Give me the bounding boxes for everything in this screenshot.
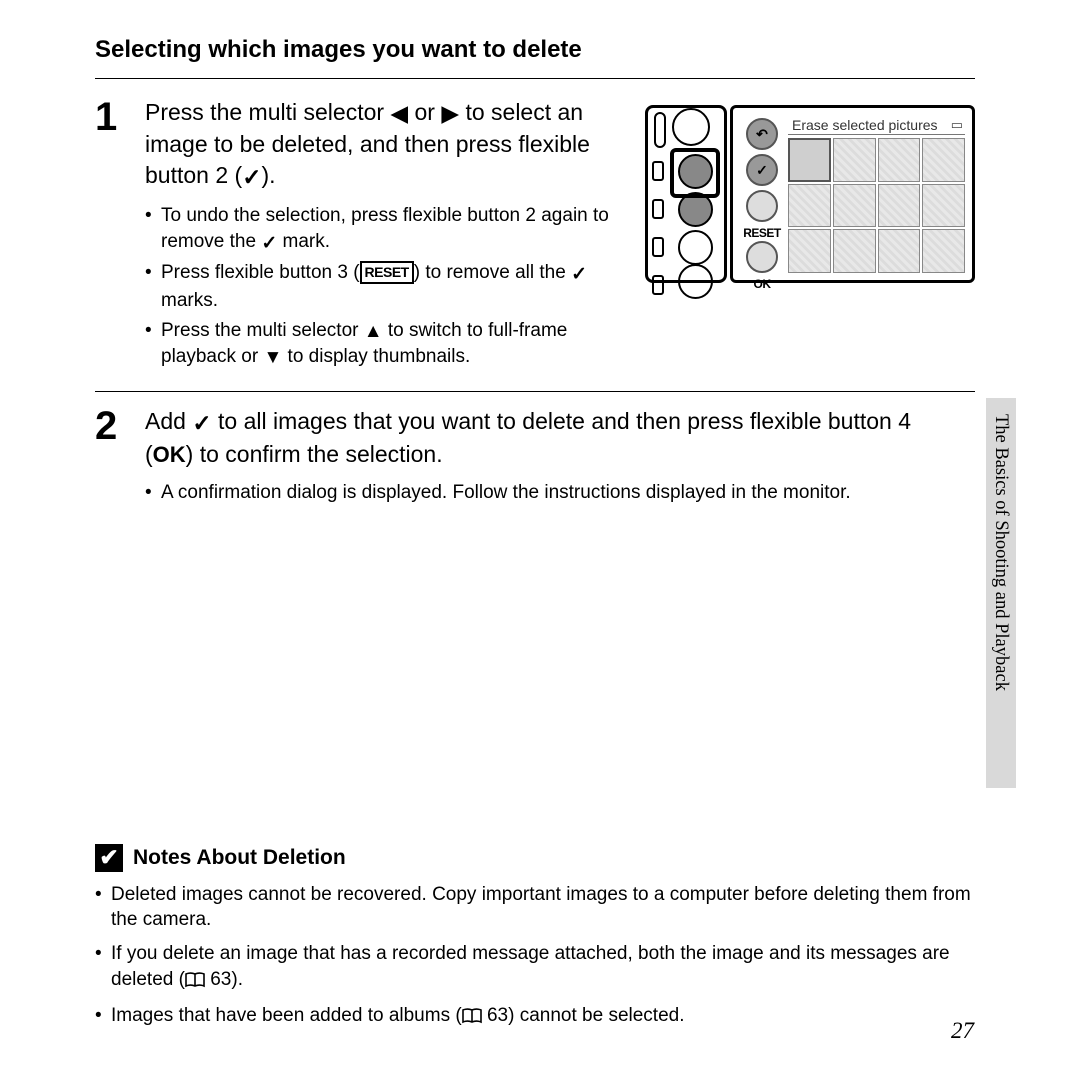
thumbnail: [833, 184, 876, 228]
step-1-number: 1: [95, 97, 145, 137]
screen-title: Erase selected pictures: [788, 115, 965, 135]
thumbnail: [922, 229, 965, 273]
thumbnail: [922, 138, 965, 182]
camera-side-body: [645, 105, 727, 283]
thumbnail: [833, 138, 876, 182]
text: or: [408, 99, 441, 125]
step-2-number: 2: [95, 406, 145, 446]
screen-check-button: ✓: [746, 154, 778, 186]
text: A confirmation dialog is displayed. Foll…: [145, 480, 975, 506]
ok-label-icon: OK: [153, 442, 186, 467]
step-1: 1 Press the multi selector ◀ or ▶ to sel…: [95, 97, 975, 371]
notes-list: Deleted images cannot be recovered. Copy…: [95, 882, 975, 1032]
flex-button-3: [678, 230, 713, 265]
flex-button-4: [678, 264, 713, 299]
step-2-lead: Add ✓ to all images that you want to del…: [145, 406, 965, 470]
page-number: 27: [951, 1018, 974, 1044]
screen-reset-label: RESET: [740, 226, 784, 240]
reset-label-icon: RESET: [360, 261, 414, 284]
text: 63) cannot be selected.: [482, 1005, 685, 1026]
section-heading: Selecting which images you want to delet…: [95, 36, 975, 79]
screen-button-column: ↶ ✓ RESET OK: [740, 114, 784, 274]
screen-ok-button: [746, 241, 778, 273]
text: marks.: [161, 290, 218, 311]
notes-section: ✔ Notes About Deletion Deleted images ca…: [95, 844, 975, 1040]
right-triangle-icon: ▶: [441, 98, 459, 129]
text: ) to confirm the selection.: [186, 441, 443, 467]
step-divider: [95, 391, 975, 392]
check-icon: ✓: [571, 262, 587, 288]
book-icon: [185, 970, 205, 996]
thumbnail: [788, 184, 831, 228]
up-triangle-icon: ▲: [364, 319, 383, 345]
notes-item: Deleted images cannot be recovered. Copy…: [95, 882, 975, 933]
thumbnail: [878, 138, 921, 182]
chapter-side-tab: The Basics of Shooting and Playback: [986, 398, 1016, 788]
flex-button-2-highlight: [670, 148, 720, 198]
notes-heading: ✔ Notes About Deletion: [95, 844, 975, 872]
text: Press the multi selector: [161, 320, 364, 341]
text: ).: [261, 162, 275, 188]
screen-back-button: ↶: [746, 118, 778, 150]
thumbnail: [922, 184, 965, 228]
thumbnail: [878, 229, 921, 273]
left-triangle-icon: ◀: [390, 98, 408, 129]
check-icon: ✓: [242, 162, 261, 193]
check-icon: ✓: [261, 231, 277, 257]
down-triangle-icon: ▼: [263, 345, 282, 371]
text: Add: [145, 408, 192, 434]
check-icon: ✓: [192, 408, 211, 439]
text: Press the multi selector: [145, 99, 390, 125]
card-icon: ▭: [951, 117, 963, 133]
thumbnail: [788, 229, 831, 273]
text: ) to remove all the: [414, 262, 571, 283]
text: 63).: [205, 969, 243, 990]
thumbnail: [878, 184, 921, 228]
notes-title: Notes About Deletion: [133, 846, 346, 870]
screen-ok-label: OK: [740, 277, 784, 291]
text: To undo the selection, press flexible bu…: [161, 205, 609, 252]
step-1-bullets: To undo the selection, press flexible bu…: [145, 203, 617, 371]
camera-strap-lug: [654, 112, 666, 148]
text: to display thumbnails.: [282, 346, 470, 367]
screen-reset-button: [746, 190, 778, 222]
step-2: 2 Add ✓ to all images that you want to d…: [95, 406, 975, 506]
text: Images that have been added to albums (: [111, 1005, 462, 1026]
book-icon: [462, 1006, 482, 1032]
camera-screen: ↶ ✓ RESET OK Erase selected pictures ▭: [730, 105, 975, 283]
flex-button-tabs: [652, 161, 668, 296]
step-1-lead: Press the multi selector ◀ or ▶ to selec…: [145, 97, 617, 193]
text: Press flexible button 3 (: [161, 262, 360, 283]
thumbnail: [833, 229, 876, 273]
notes-item: Images that have been added to albums ( …: [95, 1003, 975, 1032]
camera-top-dial: [672, 108, 710, 146]
thumbnail: [788, 138, 831, 182]
notes-check-badge-icon: ✔: [95, 844, 123, 872]
step-2-bullets: A confirmation dialog is displayed. Foll…: [145, 480, 975, 506]
thumbnail-grid: [788, 138, 965, 273]
camera-illustration: ↶ ✓ RESET OK Erase selected pictures ▭: [645, 97, 975, 292]
chapter-side-tab-label: The Basics of Shooting and Playback: [990, 414, 1011, 691]
notes-item: If you delete an image that has a record…: [95, 941, 975, 995]
text: mark.: [277, 231, 330, 252]
